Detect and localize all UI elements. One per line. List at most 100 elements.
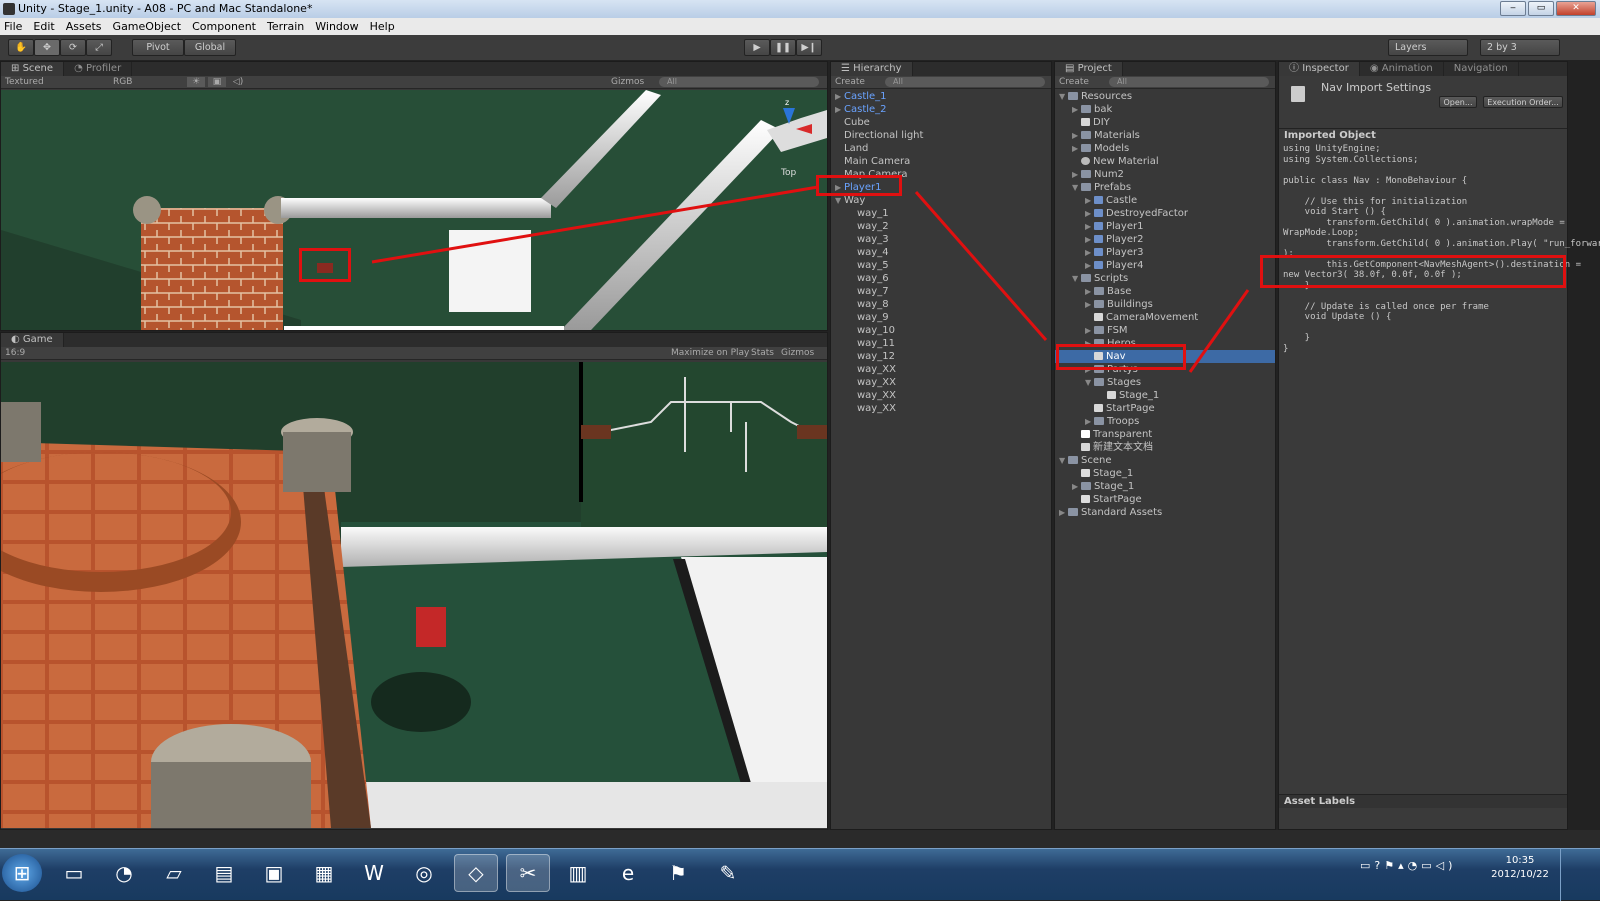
hierarchy-item[interactable]: way_8 (831, 298, 1051, 311)
project-item[interactable]: ▶ Materials (1055, 129, 1275, 142)
hierarchy-item[interactable]: Land (831, 142, 1051, 155)
hierarchy-item[interactable]: way_10 (831, 324, 1051, 337)
stats-toggle[interactable]: Stats (751, 348, 774, 358)
render-mode-dropdown[interactable]: Textured (5, 77, 101, 87)
hierarchy-item[interactable]: way_5 (831, 259, 1051, 272)
image-icon[interactable]: ▣ (208, 77, 226, 87)
expand-closed-icon[interactable]: ▶ (1085, 207, 1094, 220)
project-item[interactable]: ▶ Partys (1055, 363, 1275, 376)
project-create-button[interactable]: Create (1059, 77, 1089, 87)
hierarchy-item[interactable]: way_9 (831, 311, 1051, 324)
project-item[interactable]: ▶ Player3 (1055, 246, 1275, 259)
snipping-icon[interactable]: ✂ (506, 854, 550, 892)
expand-closed-icon[interactable]: ▶ (835, 103, 844, 116)
menu-assets[interactable]: Assets (66, 20, 102, 33)
calculator-icon[interactable]: ▥ (556, 854, 600, 892)
hierarchy-item[interactable]: ▶ Player1 (831, 181, 1051, 194)
media-icon[interactable]: ◔ (102, 854, 146, 892)
step-icon[interactable]: ▶❙ (796, 39, 822, 56)
color-mode-dropdown[interactable]: RGB (113, 77, 173, 87)
project-item[interactable]: Nav (1055, 350, 1275, 363)
expand-closed-icon[interactable]: ▶ (1085, 194, 1094, 207)
tab-project[interactable]: ▤ Project (1055, 62, 1123, 76)
tab-scene[interactable]: ⊞ Scene (1, 62, 65, 76)
layout-dropdown[interactable]: 2 by 3 (1480, 39, 1560, 56)
project-item[interactable]: DIY (1055, 116, 1275, 129)
hierarchy-item[interactable]: way_3 (831, 233, 1051, 246)
scene-gizmos-dropdown[interactable]: Gizmos (611, 77, 644, 87)
expand-closed-icon[interactable]: ▶ (1085, 298, 1094, 311)
expand-open-icon[interactable]: ▼ (1072, 181, 1081, 194)
expand-closed-icon[interactable]: ▶ (1085, 363, 1094, 376)
execution-order-button[interactable]: Execution Order... (1483, 96, 1563, 108)
expand-closed-icon[interactable]: ▶ (1085, 337, 1094, 350)
lighting-icon[interactable]: ☀ (187, 77, 205, 87)
excel-icon[interactable]: ▦ (302, 854, 346, 892)
project-item[interactable]: Stage_1 (1055, 467, 1275, 480)
hierarchy-item[interactable]: ▶ Castle_1 (831, 90, 1051, 103)
move-tool-icon[interactable]: ✥ (34, 39, 60, 56)
powerpoint-icon[interactable]: ▣ (252, 854, 296, 892)
project-item[interactable]: CameraMovement (1055, 311, 1275, 324)
start-icon[interactable]: ⊞ (2, 854, 42, 892)
show-desktop-button[interactable] (1560, 849, 1572, 901)
word-icon[interactable]: W (352, 854, 396, 892)
expand-closed-icon[interactable]: ▶ (835, 181, 844, 194)
project-item[interactable]: ▼ Resources (1055, 90, 1275, 103)
hierarchy-create-button[interactable]: Create (835, 77, 865, 87)
unity-taskbar-icon[interactable]: ◇ (454, 854, 498, 892)
hierarchy-item[interactable]: way_7 (831, 285, 1051, 298)
menu-help[interactable]: Help (370, 20, 395, 33)
expand-open-icon[interactable]: ▼ (1059, 90, 1068, 103)
project-item[interactable]: ▶ DestroyedFactor (1055, 207, 1275, 220)
tab-navigation[interactable]: Navigation (1443, 62, 1519, 76)
rotate-tool-icon[interactable]: ⟳ (60, 39, 86, 56)
expand-closed-icon[interactable]: ▶ (1072, 103, 1081, 116)
layers-dropdown[interactable]: Layers (1388, 39, 1468, 56)
scale-tool-icon[interactable]: ⤢ (86, 39, 112, 56)
expand-closed-icon[interactable]: ▶ (1059, 506, 1068, 519)
game-gizmos-dropdown[interactable]: Gizmos (781, 348, 814, 358)
project-item[interactable]: ▼ Stages (1055, 376, 1275, 389)
project-item[interactable]: ▶ Stage_1 (1055, 480, 1275, 493)
project-item[interactable]: ▶ Player4 (1055, 259, 1275, 272)
menu-window[interactable]: Window (315, 20, 358, 33)
paint-icon[interactable]: ✎ (706, 854, 750, 892)
pause-icon[interactable]: ❚❚ (770, 39, 796, 56)
project-item[interactable]: ▶ Player2 (1055, 233, 1275, 246)
game-viewport[interactable] (1, 362, 827, 828)
open-button[interactable]: Open... (1439, 96, 1477, 108)
expand-closed-icon[interactable]: ▶ (1085, 220, 1094, 233)
menu-component[interactable]: Component (192, 20, 256, 33)
close-button[interactable]: ✕ (1556, 1, 1596, 16)
minimize-button[interactable]: ‒ (1500, 1, 1526, 16)
expand-closed-icon[interactable]: ▶ (1085, 246, 1094, 259)
hierarchy-item[interactable]: way_6 (831, 272, 1051, 285)
expand-closed-icon[interactable]: ▶ (1085, 324, 1094, 337)
project-item[interactable]: ▶ Troops (1055, 415, 1275, 428)
hierarchy-item[interactable]: Cube (831, 116, 1051, 129)
audio-icon[interactable]: ◁) (229, 77, 247, 87)
expand-closed-icon[interactable]: ▶ (1072, 480, 1081, 493)
project-item[interactable]: StartPage (1055, 493, 1275, 506)
hierarchy-item[interactable]: ▶ Castle_2 (831, 103, 1051, 116)
project-item[interactable]: ▶ Standard Assets (1055, 506, 1275, 519)
chrome-icon[interactable]: ◎ (402, 854, 446, 892)
hierarchy-item[interactable]: way_XX (831, 376, 1051, 389)
expand-closed-icon[interactable]: ▶ (1085, 259, 1094, 272)
expand-closed-icon[interactable]: ▶ (1085, 233, 1094, 246)
global-toggle[interactable]: Global (184, 39, 236, 56)
hierarchy-item[interactable]: way_1 (831, 207, 1051, 220)
project-item[interactable]: ▶ Heros (1055, 337, 1275, 350)
tray-icons[interactable]: ▭?⚑▴◔▭◁) (1360, 859, 1456, 872)
project-item[interactable]: ▶ Player1 (1055, 220, 1275, 233)
pivot-toggle[interactable]: Pivot (132, 39, 184, 56)
project-item[interactable]: ▼ Prefabs (1055, 181, 1275, 194)
outlook-icon[interactable]: ▤ (202, 854, 246, 892)
expand-closed-icon[interactable]: ▶ (1085, 415, 1094, 428)
expand-open-icon[interactable]: ▼ (1072, 272, 1081, 285)
project-item[interactable]: ▶ Models (1055, 142, 1275, 155)
expand-closed-icon[interactable]: ▶ (835, 90, 844, 103)
hierarchy-item[interactable]: way_XX (831, 389, 1051, 402)
tab-hierarchy[interactable]: ☰ Hierarchy (831, 62, 913, 76)
